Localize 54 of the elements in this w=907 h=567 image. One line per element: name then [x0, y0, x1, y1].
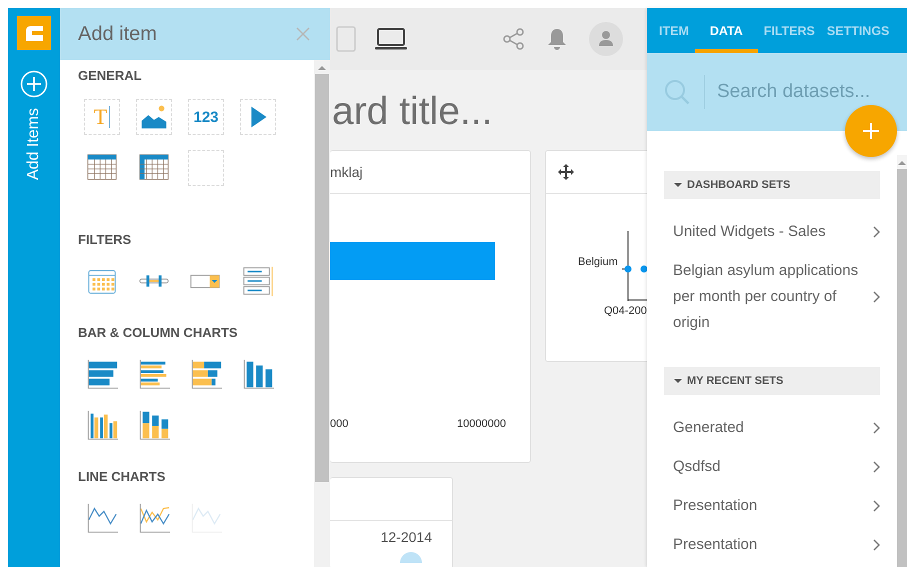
- image-widget-button[interactable]: [136, 99, 172, 135]
- chevron-icon: [873, 461, 880, 473]
- section-heading: BAR & COLUMN CHARTS: [78, 325, 239, 340]
- chevron-icon: [873, 539, 880, 551]
- table-cell: 12-2014: [380, 529, 432, 545]
- marker-icon: [400, 552, 422, 563]
- dataset-name: Generated: [673, 418, 745, 438]
- dataset-name: Belgian asylum applications per month per country of origin: [673, 261, 860, 333]
- chevron-icon: [873, 226, 880, 238]
- dashboard-title[interactable]: ard title...: [332, 90, 492, 134]
- dataset-item[interactable]: Generated: [664, 409, 880, 448]
- add-dataset-button[interactable]: [845, 105, 897, 157]
- search-field[interactable]: Search datasets...: [717, 81, 887, 103]
- section-title: DASHBOARD SETS: [687, 179, 790, 191]
- search-icon: [664, 79, 690, 105]
- chevron-icon: [873, 500, 880, 512]
- section-heading: GENERAL: [78, 68, 143, 83]
- dataset-name: United Widgets - Sales: [673, 222, 827, 242]
- add-items-label[interactable]: Add Items: [25, 108, 43, 180]
- caret-icon: [674, 377, 682, 385]
- caret-icon: [674, 181, 682, 189]
- dataset-item[interactable]: Belgian asylum applications per month per country of origin: [664, 252, 880, 343]
- dataset-name: Qsdfsd: [673, 457, 722, 477]
- add-icon[interactable]: [20, 70, 48, 98]
- section-title: MY RECENT SETS: [687, 375, 784, 387]
- chevron-icon: [873, 422, 880, 434]
- number-widget-button[interactable]: 123: [188, 99, 224, 135]
- scrollbar[interactable]: [314, 60, 330, 567]
- avatar-icon[interactable]: [589, 22, 623, 56]
- axis-tick-label: 10000000: [457, 418, 506, 430]
- dataset-name: Presentation: [673, 535, 758, 555]
- section-heading: FILTERS: [78, 232, 132, 247]
- dataset-item[interactable]: Presentation: [664, 487, 880, 526]
- dataset-item[interactable]: United Widgets - Sales: [664, 213, 880, 252]
- move-icon[interactable]: [558, 164, 574, 180]
- dataset-item[interactable]: Qsdfsd: [664, 448, 880, 487]
- axis-tick-label: 000: [330, 418, 348, 430]
- video-widget-button[interactable]: [240, 99, 276, 135]
- scrollbar[interactable]: [897, 155, 907, 567]
- dataset-item[interactable]: Presentation: [664, 526, 880, 565]
- card-title: mklaj: [330, 164, 363, 180]
- bell-icon[interactable]: [547, 28, 567, 50]
- dataset-name: Presentation: [673, 496, 758, 516]
- panel-title: Add item: [78, 22, 157, 46]
- axis-tick-label: Q04-200: [604, 305, 647, 317]
- share-icon[interactable]: [503, 28, 525, 50]
- plus-icon: [863, 123, 879, 139]
- chevron-icon: [873, 291, 880, 303]
- section-heading: LINE CHARTS: [78, 469, 166, 484]
- axis-category-label: Belgium: [578, 256, 618, 268]
- logo-icon: [17, 16, 51, 50]
- section-header[interactable]: DASHBOARD SETS: [664, 171, 880, 199]
- laptop-icon[interactable]: [374, 27, 408, 51]
- section-header[interactable]: MY RECENT SETS: [664, 367, 880, 395]
